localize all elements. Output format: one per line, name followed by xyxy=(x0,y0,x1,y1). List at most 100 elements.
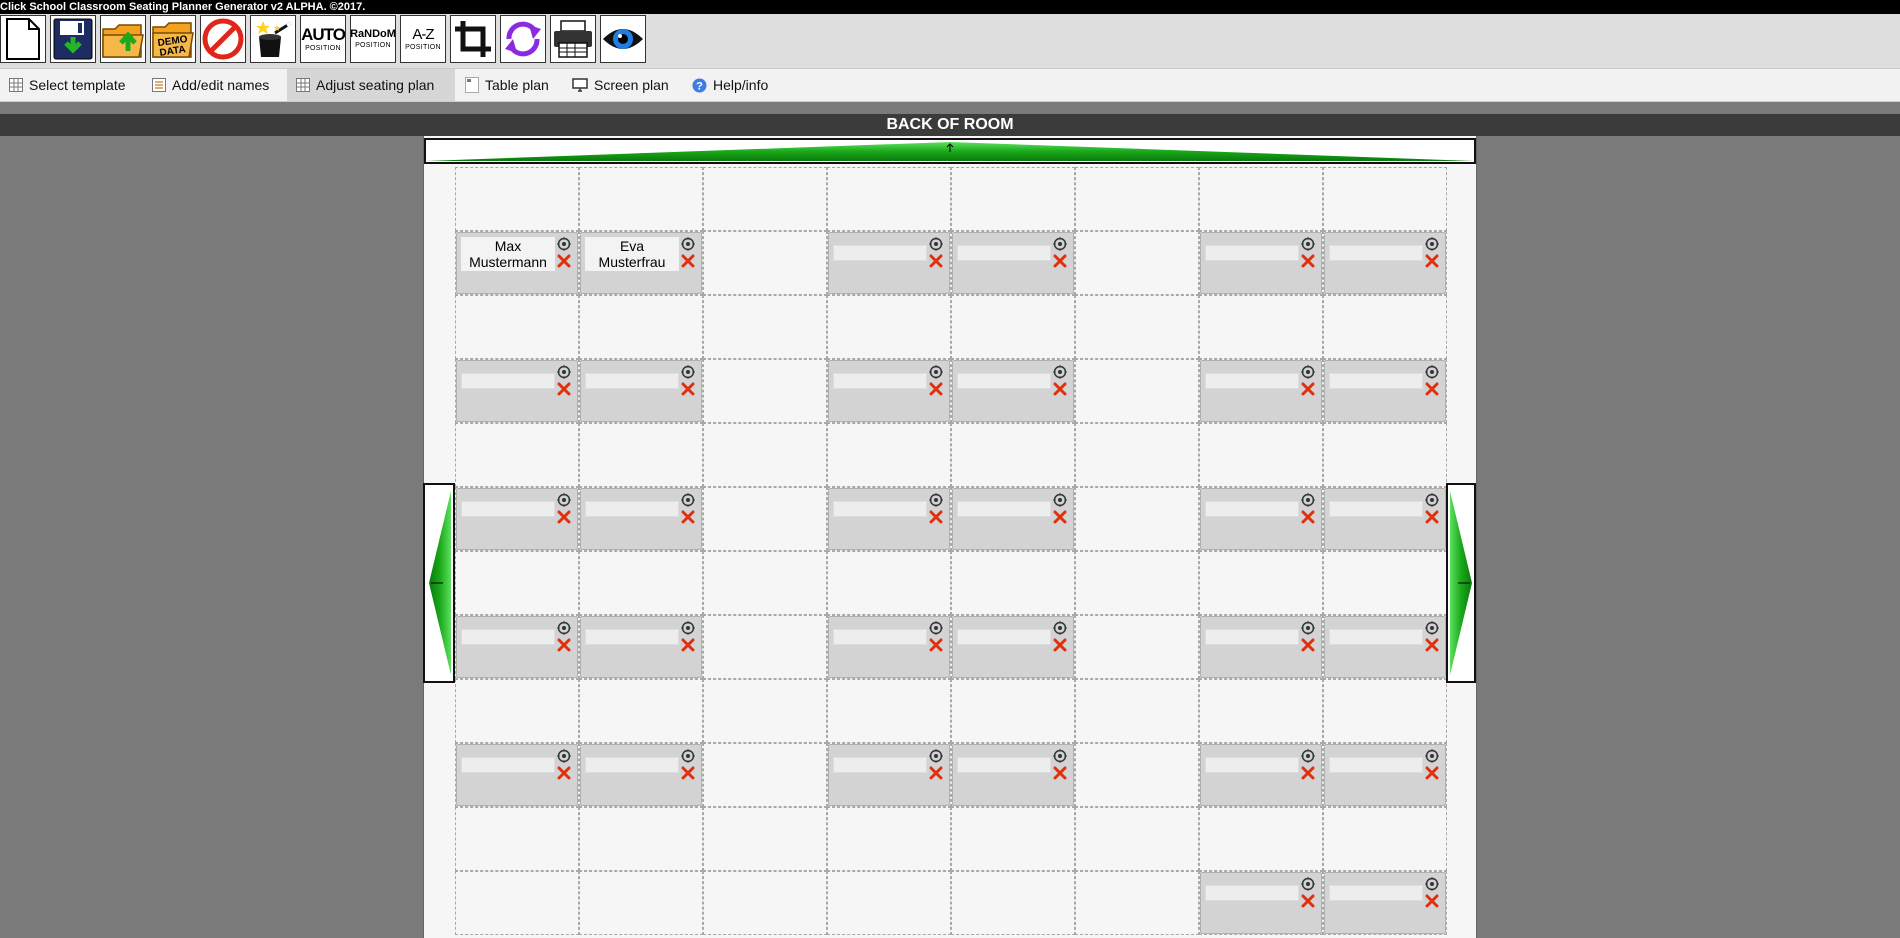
tab-help-info[interactable]: ? Help/info xyxy=(690,69,790,101)
grid-cell[interactable] xyxy=(1323,551,1447,615)
grid-cell[interactable] xyxy=(1075,871,1199,935)
grid-cell[interactable] xyxy=(951,807,1075,871)
tab-add-edit-names[interactable]: Add/edit names xyxy=(143,69,285,101)
tab-table-plan[interactable]: Table plan xyxy=(457,69,563,101)
desk[interactable] xyxy=(1200,360,1322,422)
move-icon[interactable] xyxy=(681,237,695,251)
name-slot[interactable] xyxy=(461,373,555,389)
desk[interactable] xyxy=(1324,360,1446,422)
move-icon[interactable] xyxy=(1301,237,1315,251)
grid-cell[interactable] xyxy=(1075,615,1199,679)
move-right-arrow[interactable] xyxy=(1446,483,1476,683)
student-name[interactable]: Max Mustermann xyxy=(461,237,555,271)
close-icon[interactable] xyxy=(1053,638,1067,652)
move-icon[interactable] xyxy=(681,365,695,379)
move-icon[interactable] xyxy=(557,365,571,379)
view-button[interactable] xyxy=(600,15,646,63)
crop-button[interactable] xyxy=(450,15,496,63)
grid-cell[interactable] xyxy=(1199,423,1323,487)
grid-cell[interactable] xyxy=(579,871,703,935)
grid-cell[interactable] xyxy=(703,295,827,359)
new-document-button[interactable] xyxy=(0,15,46,63)
name-slot[interactable] xyxy=(1205,757,1299,773)
close-icon[interactable] xyxy=(557,254,571,268)
move-left-arrow[interactable] xyxy=(423,483,455,683)
grid-cell[interactable] xyxy=(827,679,951,743)
move-icon[interactable] xyxy=(1425,493,1439,507)
grid-cell[interactable] xyxy=(1199,679,1323,743)
close-icon[interactable] xyxy=(1425,254,1439,268)
close-icon[interactable] xyxy=(1425,510,1439,524)
close-icon[interactable] xyxy=(1301,638,1315,652)
move-icon[interactable] xyxy=(557,493,571,507)
move-icon[interactable] xyxy=(1301,749,1315,763)
move-icon[interactable] xyxy=(929,237,943,251)
desk[interactable] xyxy=(580,488,702,550)
name-slot[interactable] xyxy=(957,373,1051,389)
tab-screen-plan[interactable]: Screen plan xyxy=(564,69,686,101)
grid-cell[interactable] xyxy=(579,423,703,487)
grid-cell[interactable] xyxy=(455,295,579,359)
grid-cell[interactable] xyxy=(1075,743,1199,807)
grid-cell[interactable] xyxy=(827,423,951,487)
move-icon[interactable] xyxy=(557,621,571,635)
close-icon[interactable] xyxy=(681,254,695,268)
grid-cell[interactable] xyxy=(1075,551,1199,615)
name-slot[interactable] xyxy=(1329,373,1423,389)
move-icon[interactable] xyxy=(557,749,571,763)
desk[interactable]: Eva Musterfrau xyxy=(580,232,702,294)
desk[interactable] xyxy=(1200,232,1322,294)
grid-cell[interactable] xyxy=(1323,423,1447,487)
desk[interactable] xyxy=(828,744,950,806)
move-icon[interactable] xyxy=(681,493,695,507)
grid-cell[interactable] xyxy=(1075,487,1199,551)
name-slot[interactable] xyxy=(1329,501,1423,517)
desk[interactable] xyxy=(952,232,1074,294)
grid-cell[interactable] xyxy=(1199,295,1323,359)
desk[interactable] xyxy=(1324,744,1446,806)
move-icon[interactable] xyxy=(1301,365,1315,379)
grid-cell[interactable] xyxy=(703,615,827,679)
grid-cell[interactable] xyxy=(827,167,951,231)
close-icon[interactable] xyxy=(929,382,943,396)
move-icon[interactable] xyxy=(557,237,571,251)
grid-cell[interactable] xyxy=(1199,167,1323,231)
desk[interactable] xyxy=(952,616,1074,678)
grid-cell[interactable] xyxy=(579,295,703,359)
grid-cell[interactable] xyxy=(579,167,703,231)
auto-position-button[interactable]: AUTO POSITION xyxy=(300,15,346,63)
close-icon[interactable] xyxy=(1425,894,1439,908)
grid-cell[interactable] xyxy=(703,423,827,487)
close-icon[interactable] xyxy=(1053,254,1067,268)
desk[interactable] xyxy=(456,616,578,678)
desk[interactable] xyxy=(456,360,578,422)
move-icon[interactable] xyxy=(1425,877,1439,891)
grid-cell[interactable] xyxy=(951,551,1075,615)
move-icon[interactable] xyxy=(1301,493,1315,507)
name-slot[interactable] xyxy=(1205,373,1299,389)
move-up-arrow[interactable] xyxy=(424,138,1476,164)
close-icon[interactable] xyxy=(557,638,571,652)
grid-cell[interactable] xyxy=(703,487,827,551)
desk[interactable] xyxy=(1200,744,1322,806)
desk[interactable] xyxy=(580,360,702,422)
grid-cell[interactable] xyxy=(455,167,579,231)
name-slot[interactable] xyxy=(461,629,555,645)
grid-cell[interactable] xyxy=(1075,807,1199,871)
grid-cell[interactable] xyxy=(703,359,827,423)
grid-cell[interactable] xyxy=(1075,231,1199,295)
grid-cell[interactable] xyxy=(1075,167,1199,231)
grid-cell[interactable] xyxy=(703,743,827,807)
move-icon[interactable] xyxy=(1425,365,1439,379)
move-icon[interactable] xyxy=(681,621,695,635)
desk[interactable] xyxy=(456,744,578,806)
name-slot[interactable] xyxy=(1205,629,1299,645)
az-position-button[interactable]: A-Z POSITION xyxy=(400,15,446,63)
name-slot[interactable] xyxy=(585,373,679,389)
grid-cell[interactable] xyxy=(579,551,703,615)
desk[interactable] xyxy=(1200,616,1322,678)
open-button[interactable] xyxy=(100,15,146,63)
grid-cell[interactable] xyxy=(1323,167,1447,231)
move-icon[interactable] xyxy=(929,749,943,763)
save-button[interactable] xyxy=(50,15,96,63)
